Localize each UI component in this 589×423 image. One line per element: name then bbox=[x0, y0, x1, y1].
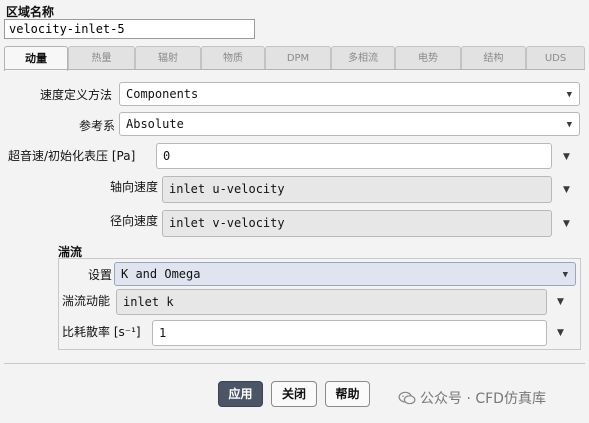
axial-velocity-label: 轴向速度 bbox=[110, 180, 159, 194]
gauge-pressure-input[interactable]: 0 bbox=[156, 143, 552, 169]
tke-label: 湍流动能 bbox=[62, 294, 111, 308]
chevron-down-icon[interactable]: ▼ bbox=[563, 185, 570, 195]
reference-frame-dropdown[interactable]: Absolute ▼ bbox=[119, 112, 580, 136]
tab-bar: 动量 热量 辐射 物质 DPM 多相流 电势 结构 UDS bbox=[4, 46, 585, 71]
reference-frame-value: Absolute bbox=[126, 117, 184, 131]
tab-structure[interactable]: 结构 bbox=[461, 46, 526, 70]
chevron-down-icon: ▼ bbox=[562, 270, 568, 280]
zone-name-input[interactable]: velocity-inlet-5 bbox=[4, 19, 255, 39]
chevron-down-icon[interactable]: ▼ bbox=[557, 297, 564, 307]
tke-field[interactable]: inlet k bbox=[116, 289, 547, 315]
chevron-down-icon: ▼ bbox=[566, 90, 572, 100]
sdr-input[interactable]: 1 bbox=[152, 320, 547, 346]
turbulence-spec-label: 设置 bbox=[88, 268, 113, 282]
button-bar-divider bbox=[4, 363, 585, 364]
chevron-down-icon[interactable]: ▼ bbox=[557, 328, 564, 338]
radial-velocity-field[interactable]: inlet v-velocity bbox=[162, 210, 552, 237]
tab-dpm[interactable]: DPM bbox=[265, 46, 331, 70]
chevron-down-icon: ▼ bbox=[566, 120, 572, 130]
gauge-pressure-label: 超音速/初始化表压 [Pa] bbox=[8, 149, 136, 163]
radial-velocity-label: 径向速度 bbox=[110, 214, 159, 228]
velocity-method-dropdown[interactable]: Components ▼ bbox=[119, 82, 580, 106]
tab-thermal[interactable]: 热量 bbox=[68, 46, 135, 70]
watermark: 公众号 · CFD仿真库 bbox=[398, 388, 546, 408]
turbulence-spec-value: K and Omega bbox=[121, 267, 201, 281]
tab-radiation[interactable]: 辐射 bbox=[135, 46, 201, 70]
close-button[interactable]: 关闭 bbox=[271, 381, 317, 407]
velocity-method-value: Components bbox=[126, 87, 199, 101]
chevron-down-icon[interactable]: ▼ bbox=[563, 219, 570, 229]
tab-uds[interactable]: UDS bbox=[526, 46, 585, 70]
help-button[interactable]: 帮助 bbox=[325, 381, 370, 407]
reference-frame-label: 参考系 bbox=[79, 119, 116, 133]
tab-momentum[interactable]: 动量 bbox=[4, 46, 68, 71]
axial-velocity-field[interactable]: inlet u-velocity bbox=[162, 176, 552, 203]
tab-panel-border bbox=[4, 69, 585, 70]
velocity-method-label: 速度定义方法 bbox=[40, 88, 113, 102]
tab-species[interactable]: 物质 bbox=[201, 46, 265, 70]
chevron-down-icon[interactable]: ▼ bbox=[563, 152, 570, 162]
watermark-text: 公众号 · CFD仿真库 bbox=[420, 391, 546, 407]
zone-name-label: 区域名称 bbox=[6, 5, 55, 19]
tab-multiphase[interactable]: 多相流 bbox=[331, 46, 395, 70]
turbulence-spec-dropdown[interactable]: K and Omega ▼ bbox=[114, 262, 576, 286]
apply-button[interactable]: 应用 bbox=[218, 381, 263, 407]
sdr-label: 比耗散率 [s⁻¹] bbox=[62, 325, 141, 339]
wechat-icon bbox=[398, 391, 416, 405]
tab-potential[interactable]: 电势 bbox=[395, 46, 461, 70]
